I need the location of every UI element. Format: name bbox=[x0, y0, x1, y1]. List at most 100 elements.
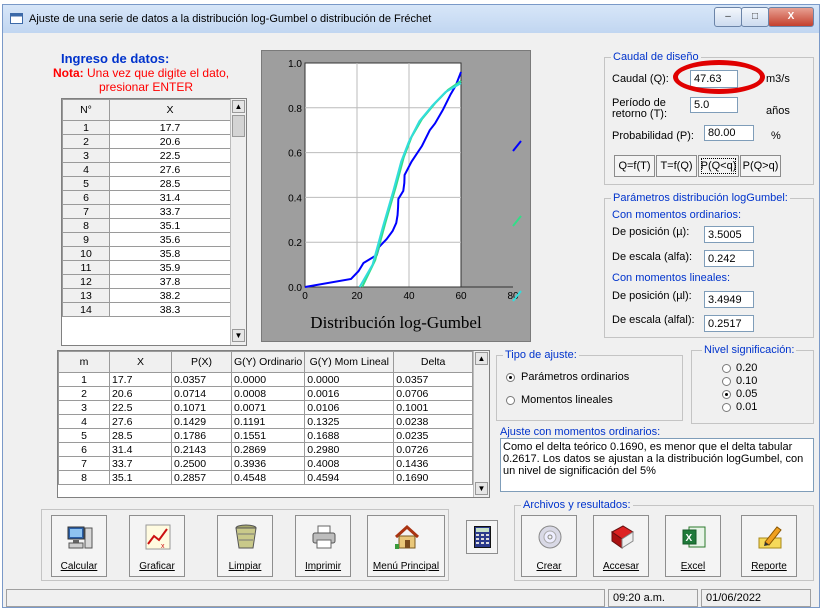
fit-linear-radio[interactable] bbox=[506, 396, 515, 405]
q-of-t-button[interactable]: Q=f(T) bbox=[614, 155, 655, 177]
input-row[interactable]: 7 33.7 bbox=[62, 204, 231, 219]
col-delta-header: Delta bbox=[393, 351, 473, 373]
minimize-button[interactable]: – bbox=[714, 7, 742, 27]
input-heading: Ingreso de datos: bbox=[61, 51, 170, 66]
results-scrollbar[interactable]: ▲ ▼ bbox=[473, 351, 489, 497]
scale-l-value: 0.2517 bbox=[704, 315, 754, 332]
input-row[interactable]: 11 35.9 bbox=[62, 260, 231, 275]
results-table: m X P(X) G(Y) Ordinario G(Y) Mom Lineal … bbox=[58, 351, 473, 485]
results-row[interactable]: 1 17.7 0.0357 0.0000 0.0000 0.0357 bbox=[58, 372, 473, 387]
input-row-value[interactable]: 35.9 bbox=[109, 260, 231, 275]
result-gy-ord: 0.2869 bbox=[230, 442, 306, 457]
results-row[interactable]: 3 22.5 0.1071 0.0071 0.0106 0.1001 bbox=[58, 400, 473, 415]
menu-principal-button[interactable]: Menú Principal bbox=[367, 515, 445, 577]
message-box[interactable]: Como el delta teórico 0.1690, es menor q… bbox=[500, 438, 814, 492]
input-row-value[interactable]: 17.7 bbox=[109, 120, 231, 135]
excel-button[interactable]: X Excel bbox=[665, 515, 721, 577]
significance-radio-0.05[interactable] bbox=[722, 390, 731, 399]
menu-principal-label: Menú Principal bbox=[372, 561, 440, 572]
chart-icon: x bbox=[145, 524, 171, 550]
p-less-button[interactable]: P(Q<q) bbox=[698, 155, 739, 177]
input-row-value[interactable]: 35.8 bbox=[109, 246, 231, 261]
limpiar-label: Limpiar bbox=[228, 561, 262, 572]
graficar-button[interactable]: x Graficar bbox=[129, 515, 185, 577]
significance-label-0.05[interactable]: 0.05 bbox=[736, 388, 757, 400]
scroll-thumb[interactable] bbox=[232, 115, 245, 137]
input-row-value[interactable]: 28.5 bbox=[109, 176, 231, 191]
input-row-value[interactable]: 31.4 bbox=[109, 190, 231, 205]
fit-linear-label[interactable]: Momentos lineales bbox=[521, 394, 613, 406]
scroll-down-icon[interactable]: ▼ bbox=[232, 329, 245, 342]
input-row-value[interactable]: 27.6 bbox=[109, 162, 231, 177]
calculator-icon bbox=[474, 526, 491, 548]
result-m: 5 bbox=[58, 428, 110, 443]
p-greater-button[interactable]: P(Q>q) bbox=[740, 155, 781, 177]
result-m: 6 bbox=[58, 442, 110, 457]
input-row-value[interactable]: 35.6 bbox=[109, 232, 231, 247]
fit-ordinary-radio[interactable] bbox=[506, 373, 515, 382]
input-scrollbar[interactable]: ▲ ▼ bbox=[230, 99, 246, 345]
input-row-index: 6 bbox=[62, 190, 110, 205]
significance-label-0.01[interactable]: 0.01 bbox=[736, 401, 757, 413]
results-row[interactable]: 6 31.4 0.2143 0.2869 0.2980 0.0726 bbox=[58, 442, 473, 457]
input-row-value[interactable]: 38.2 bbox=[109, 288, 231, 303]
message-heading: Ajuste con momentos ordinarios: bbox=[500, 426, 661, 438]
input-row-value[interactable]: 33.7 bbox=[109, 204, 231, 219]
imprimir-button[interactable]: Imprimir bbox=[295, 515, 351, 577]
results-row[interactable]: 5 28.5 0.1786 0.1551 0.1688 0.0235 bbox=[58, 428, 473, 443]
result-m: 3 bbox=[58, 400, 110, 415]
t-of-q-button[interactable]: T=f(Q) bbox=[656, 155, 697, 177]
scroll-up-icon[interactable]: ▲ bbox=[232, 100, 245, 113]
design-heading: Caudal de diseño bbox=[611, 51, 701, 63]
input-row[interactable]: 3 22.5 bbox=[62, 148, 231, 163]
input-row[interactable]: 6 31.4 bbox=[62, 190, 231, 205]
input-row[interactable]: 9 35.6 bbox=[62, 232, 231, 247]
calcular-button[interactable]: Calcular bbox=[51, 515, 107, 577]
results-row[interactable]: 7 33.7 0.2500 0.3936 0.4008 0.1436 bbox=[58, 456, 473, 471]
input-data-grid[interactable]: N° X 1 17.7 2 20.6 3 22.5 4 27.6 5 28.5 6 31.4 7 33.7… bbox=[61, 98, 247, 346]
input-row-value[interactable]: 22.5 bbox=[109, 148, 231, 163]
cd-icon bbox=[538, 525, 562, 549]
maximize-button[interactable]: □ bbox=[741, 7, 769, 27]
results-row[interactable]: 4 27.6 0.1429 0.1191 0.1325 0.0238 bbox=[58, 414, 473, 429]
results-grid[interactable]: m X P(X) G(Y) Ordinario G(Y) Mom Lineal … bbox=[57, 350, 490, 498]
results-row[interactable]: 8 35.1 0.2857 0.4548 0.4594 0.1690 bbox=[58, 470, 473, 485]
prob-input[interactable]: 80.00 bbox=[704, 125, 754, 141]
input-note: Nota: Una vez que digite el dato, bbox=[53, 66, 229, 80]
input-row-value[interactable]: 38.3 bbox=[109, 302, 231, 317]
result-x: 27.6 bbox=[109, 414, 172, 429]
input-row[interactable]: 1 17.7 bbox=[62, 120, 231, 135]
accesar-button[interactable]: Accesar bbox=[593, 515, 649, 577]
input-row-value[interactable]: 20.6 bbox=[109, 134, 231, 149]
results-row[interactable]: 2 20.6 0.0714 0.0008 0.0016 0.0706 bbox=[58, 386, 473, 401]
fit-ordinary-label[interactable]: Parámetros ordinarios bbox=[521, 371, 629, 383]
input-row[interactable]: 5 28.5 bbox=[62, 176, 231, 191]
crear-label: Crear bbox=[536, 561, 562, 572]
house-icon bbox=[394, 524, 420, 549]
input-row[interactable]: 10 35.8 bbox=[62, 246, 231, 261]
reporte-button[interactable]: Reporte bbox=[741, 515, 797, 577]
input-row[interactable]: 2 20.6 bbox=[62, 134, 231, 149]
significance-radio-0.10[interactable] bbox=[722, 377, 731, 386]
input-row[interactable]: 12 37.8 bbox=[62, 274, 231, 289]
significance-label-0.10[interactable]: 0.10 bbox=[736, 375, 757, 387]
significance-label-0.20[interactable]: 0.20 bbox=[736, 362, 757, 374]
results-scroll-down-icon[interactable]: ▼ bbox=[475, 482, 488, 495]
input-row-value[interactable]: 35.1 bbox=[109, 218, 231, 233]
input-row-value[interactable]: 37.8 bbox=[109, 274, 231, 289]
app-icon bbox=[10, 13, 23, 24]
input-row[interactable]: 4 27.6 bbox=[62, 162, 231, 177]
input-row[interactable]: 13 38.2 bbox=[62, 288, 231, 303]
results-scroll-up-icon[interactable]: ▲ bbox=[475, 352, 488, 365]
periodo-unit: años bbox=[766, 105, 790, 117]
input-row[interactable]: 14 38.3 bbox=[62, 302, 231, 317]
periodo-input[interactable]: 5.0 bbox=[690, 97, 738, 113]
input-row[interactable]: 8 35.1 bbox=[62, 218, 231, 233]
close-button[interactable]: X bbox=[768, 7, 814, 27]
significance-radio-0.01[interactable] bbox=[722, 403, 731, 412]
significance-radio-0.20[interactable] bbox=[722, 364, 731, 373]
limpiar-button[interactable]: Limpiar bbox=[217, 515, 273, 577]
input-row-index: 5 bbox=[62, 176, 110, 191]
crear-button[interactable]: Crear bbox=[521, 515, 577, 577]
calculator-button[interactable] bbox=[466, 520, 498, 554]
